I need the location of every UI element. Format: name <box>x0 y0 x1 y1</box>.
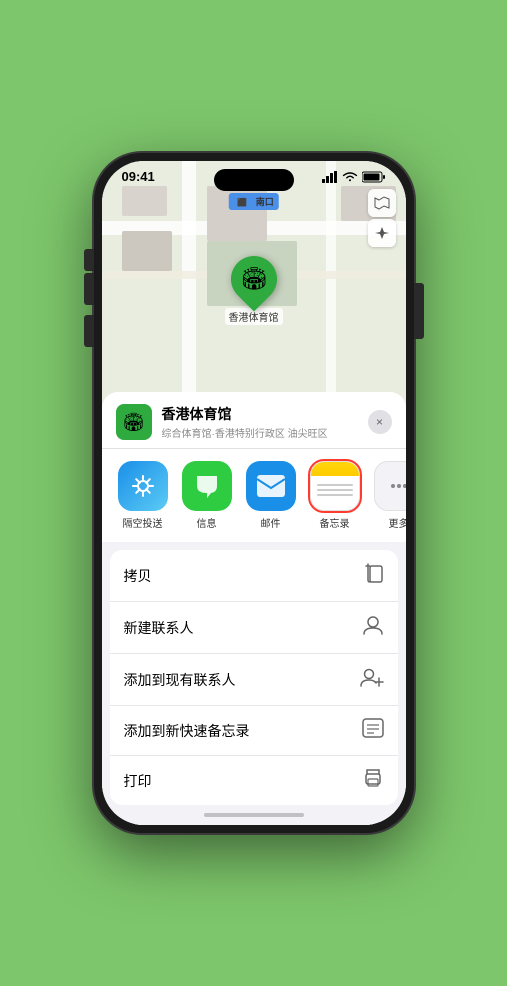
sheet-header: 🏟 香港体育馆 综合体育馆·香港特别行政区 油尖旺区 × <box>102 392 406 448</box>
action-quick-note[interactable]: 添加到新快速备忘录 <box>110 706 398 756</box>
action-copy[interactable]: 拷贝 <box>110 550 398 602</box>
action-quick-note-label: 添加到新快速备忘录 <box>124 721 250 741</box>
venue-sub: 综合体育馆·香港特别行政区 油尖旺区 <box>162 425 358 440</box>
airdrop-icon <box>118 461 168 511</box>
status-icons <box>322 171 386 183</box>
action-print-label: 打印 <box>124 771 152 791</box>
close-button[interactable]: × <box>368 410 392 434</box>
print-icon <box>362 768 384 793</box>
share-more[interactable]: 更多 <box>372 461 406 530</box>
message-icon <box>182 461 232 511</box>
volume-up-button <box>84 273 94 305</box>
action-new-contact[interactable]: 新建联系人 <box>110 602 398 654</box>
power-button <box>414 283 424 339</box>
action-list: 拷贝 新建联系人 <box>110 550 398 805</box>
share-message[interactable]: 信息 <box>180 461 234 530</box>
map-label: ⬛ 南口 <box>228 193 279 210</box>
map-type-button[interactable] <box>368 189 396 217</box>
quick-note-icon <box>362 718 384 743</box>
share-airdrop[interactable]: 隔空投送 <box>116 461 170 530</box>
volume-down-button <box>84 315 94 347</box>
venue-name: 香港体育馆 <box>162 404 358 424</box>
action-new-contact-label: 新建联系人 <box>124 618 194 638</box>
pin-circle: 🏟 <box>221 246 286 311</box>
airdrop-label: 隔空投送 <box>123 515 163 530</box>
share-notes[interactable]: 备忘录 <box>308 461 362 530</box>
phone-frame: 09:41 <box>94 153 414 833</box>
location-button[interactable] <box>368 219 396 247</box>
new-contact-icon <box>362 614 384 641</box>
home-bar <box>204 813 304 817</box>
add-contact-icon <box>360 666 384 693</box>
map-controls <box>368 189 396 247</box>
venue-icon: 🏟 <box>116 404 152 440</box>
location-pin: 🏟 香港体育馆 <box>225 256 283 325</box>
battery-icon <box>362 171 386 183</box>
venue-info: 香港体育馆 综合体育馆·香港特别行政区 油尖旺区 <box>162 404 358 440</box>
more-label: 更多 <box>389 515 406 530</box>
share-row: 隔空投送 信息 <box>102 448 406 542</box>
copy-icon <box>364 562 384 589</box>
signal-icon <box>322 171 338 183</box>
mail-icon <box>246 461 296 511</box>
notes-label: 备忘录 <box>320 515 350 530</box>
bottom-sheet: 🏟 香港体育馆 综合体育馆·香港特别行政区 油尖旺区 × <box>102 392 406 825</box>
message-label: 信息 <box>197 515 217 530</box>
home-indicator <box>102 805 406 825</box>
action-copy-label: 拷贝 <box>124 566 152 586</box>
more-icon <box>374 461 406 511</box>
action-add-contact[interactable]: 添加到现有联系人 <box>110 654 398 706</box>
action-print[interactable]: 打印 <box>110 756 398 805</box>
mail-label: 邮件 <box>261 515 281 530</box>
dynamic-island <box>214 169 294 191</box>
action-add-contact-label: 添加到现有联系人 <box>124 670 236 690</box>
status-time: 09:41 <box>122 169 155 184</box>
mute-button <box>84 249 94 271</box>
notes-icon <box>310 461 360 511</box>
pin-icon: 🏟 <box>240 266 268 292</box>
wifi-icon <box>342 171 358 183</box>
phone-screen: 09:41 <box>102 161 406 825</box>
share-mail[interactable]: 邮件 <box>244 461 298 530</box>
